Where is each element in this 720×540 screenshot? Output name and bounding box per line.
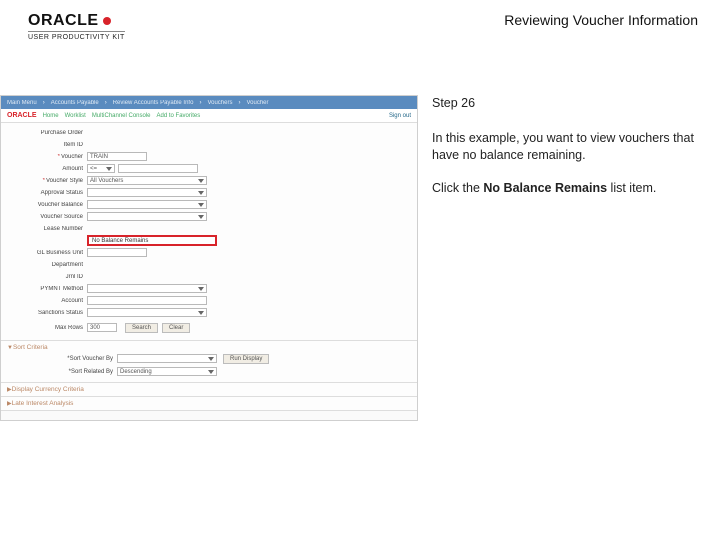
chevron-down-icon (208, 370, 214, 374)
statusbar (1, 410, 417, 420)
label-voucher: Voucher (7, 154, 87, 160)
label-account: Account (7, 298, 87, 304)
max-rows-input[interactable]: 300 (87, 323, 117, 332)
voucher-style-select[interactable]: All Vouchers (87, 176, 207, 185)
chevron-down-icon (198, 203, 204, 207)
amount-op-select[interactable]: <= (87, 164, 115, 173)
chevron-down-icon (198, 287, 204, 291)
chevron-down-icon (198, 191, 204, 195)
brand-dot-icon (103, 17, 111, 25)
account-input[interactable] (87, 296, 207, 305)
run-display-button[interactable]: Run Display (223, 354, 269, 364)
voucher-input[interactable]: TRAIN (87, 152, 147, 161)
label-gl-business-unit: GL Business Unit (7, 250, 87, 256)
section-toggle[interactable]: Sort Criteria (7, 344, 411, 351)
label-sort-related-by: *Sort Related By (7, 369, 117, 375)
sanctions-status-select[interactable] (87, 308, 207, 317)
section-toggle[interactable]: Display Currency Criteria (7, 386, 411, 393)
chevron-down-icon (208, 357, 214, 361)
voucher-balance-select[interactable] (87, 200, 207, 209)
search-button[interactable]: Search (125, 323, 158, 333)
clear-button[interactable]: Clear (162, 323, 190, 333)
label-sort-voucher-by: *Sort Voucher By (7, 356, 117, 362)
app-screenshot: Main Menu› Accounts Payable› Review Acco… (0, 95, 418, 421)
label-purchase-order: Purchase Order (7, 130, 87, 136)
label-voucher-style: Voucher Style (7, 178, 87, 184)
brand-name: ORACLE (28, 12, 99, 30)
step-number: Step 26 (432, 95, 702, 112)
amount-input[interactable] (118, 164, 198, 173)
approval-status-select[interactable] (87, 188, 207, 197)
label-approval-status: Approval Status (7, 190, 87, 196)
chevron-down-icon (198, 311, 204, 315)
instruction-panel: Step 26 In this example, you want to vie… (420, 95, 720, 421)
breadcrumb: Main Menu› Accounts Payable› Review Acco… (1, 96, 417, 109)
chevron-down-icon (106, 167, 112, 171)
brand-block: ORACLE USER PRODUCTIVITY KIT (28, 12, 125, 41)
no-balance-remains-item[interactable]: No Balance Remains (87, 235, 217, 246)
label-department: Department (7, 262, 87, 268)
chevron-down-icon (198, 215, 204, 219)
chevron-down-icon (198, 179, 204, 183)
section-sort-criteria[interactable]: Sort Criteria *Sort Voucher By Run Displ… (1, 340, 417, 382)
nav-multichannel[interactable]: MultiChannel Console (92, 113, 151, 119)
pymnt-method-select[interactable] (87, 284, 207, 293)
sort-related-by-select[interactable]: Descending (117, 367, 217, 376)
label-lease-number: Lease Number (7, 226, 87, 232)
label-jrnl-id: Jrnl ID (7, 274, 87, 280)
gl-business-unit-input[interactable] (87, 248, 147, 257)
label-sanctions-status: Sanctions Status (7, 310, 87, 316)
label-voucher-source: Voucher Source (7, 214, 87, 220)
label-pymnt-method: PYMNT Method (7, 286, 87, 292)
nav-worklist[interactable]: Worklist (65, 113, 86, 119)
page-title: Reviewing Voucher Information (504, 12, 698, 28)
nav-signout[interactable]: Sign out (389, 113, 411, 119)
nav-favorites[interactable]: Add to Favorites (157, 113, 201, 119)
label-max-rows: Max Rows (7, 325, 87, 331)
brand-subtitle: USER PRODUCTIVITY KIT (28, 31, 125, 41)
label-item-id: Item ID (7, 142, 87, 148)
instruction-action: Click the No Balance Remains list item. (432, 180, 702, 197)
label-amount: Amount (7, 166, 87, 172)
section-toggle[interactable]: Late Interest Analysis (7, 400, 411, 407)
label-voucher-balance: Voucher Balance (7, 202, 87, 208)
app-brand: ORACLE (7, 112, 37, 119)
section-display-currency[interactable]: Display Currency Criteria (1, 382, 417, 396)
instruction-body: In this example, you want to view vouche… (432, 130, 702, 164)
voucher-source-select[interactable] (87, 212, 207, 221)
nav-home[interactable]: Home (43, 113, 59, 119)
section-late-interest[interactable]: Late Interest Analysis (1, 396, 417, 410)
sort-voucher-by-select[interactable] (117, 354, 217, 363)
app-header: ORACLE Home Worklist MultiChannel Consol… (1, 109, 417, 123)
